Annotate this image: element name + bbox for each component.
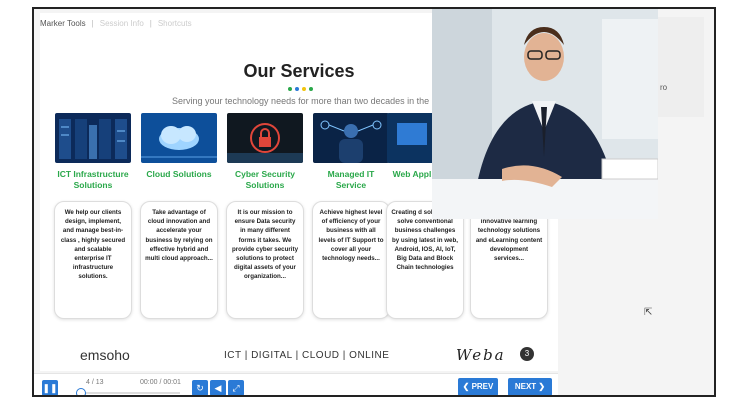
card-text: Achieve highest level of efficiency of y…: [312, 201, 390, 319]
card-title: Cloud Solutions: [146, 169, 212, 179]
title-dots: [288, 87, 313, 91]
card-text: Take advantage of cloud innovation and a…: [140, 201, 218, 319]
dot: [288, 87, 292, 91]
service-card-ict: ICT Infrastructure Solutions We help our…: [54, 113, 132, 319]
managed-it-image: [313, 113, 389, 163]
side-panel-text: ro: [660, 83, 668, 92]
service-card-cyber: Cyber Security Solutions It is our missi…: [226, 113, 304, 319]
datacenter-image: [55, 113, 131, 163]
replay-button[interactable]: ↻: [192, 380, 208, 395]
next-button[interactable]: NEXT ❯: [508, 378, 552, 395]
card-text: We help our clients design, implement, a…: [54, 201, 132, 319]
player-controls: ❚❚ 4 / 13 00:00 / 00:01 ↻ ◀ ⤢ ❮ PREV NEX…: [34, 373, 558, 395]
footer-tagline: ICT | DIGITAL | CLOUD | ONLINE: [224, 350, 390, 361]
weba-logo: Weba: [456, 346, 506, 364]
presenter-video[interactable]: [432, 9, 658, 219]
cloud-image: [141, 113, 217, 163]
marker-tabs: Marker Tools | Session Info | Shortcuts: [40, 18, 192, 28]
dot: [309, 87, 313, 91]
side-panel: ro: [658, 17, 704, 117]
card-title: ICT Infrastructure Solutions: [57, 169, 129, 190]
service-card-managed-it: Managed IT Service Achieve highest level…: [312, 113, 390, 319]
fullscreen-button[interactable]: ⤢: [228, 380, 244, 395]
volume-button[interactable]: ◀: [210, 380, 226, 395]
prev-button[interactable]: ❮ PREV: [458, 378, 498, 395]
progress-knob[interactable]: [76, 388, 86, 395]
card-title: Cyber Security Solutions: [235, 169, 295, 190]
weba-badge: 3: [520, 347, 534, 361]
card-title: Managed IT Service: [327, 169, 375, 190]
player-window: Marker Tools | Session Info | Shortcuts …: [32, 7, 716, 397]
pause-button[interactable]: ❚❚: [42, 380, 58, 395]
service-card-cloud: Cloud Solutions Take advantage of cloud …: [140, 113, 218, 319]
tab-session-info[interactable]: Session Info: [100, 19, 144, 28]
card-text: It is our mission to ensure Data securit…: [226, 201, 304, 319]
emsoho-logo: emsoho: [80, 347, 130, 363]
slide-subtitle: Serving your technology needs for more t…: [172, 96, 456, 106]
progress-track[interactable]: [80, 392, 180, 394]
dot: [295, 87, 299, 91]
time-display: 00:00 / 00:01: [140, 379, 181, 386]
dot: [302, 87, 306, 91]
mouse-cursor-icon: ⇱: [644, 307, 653, 318]
slide-counter: 4 / 13: [86, 379, 104, 386]
tab-marker-tools[interactable]: Marker Tools: [40, 19, 86, 28]
tab-shortcuts[interactable]: Shortcuts: [158, 19, 192, 28]
security-image: [227, 113, 303, 163]
